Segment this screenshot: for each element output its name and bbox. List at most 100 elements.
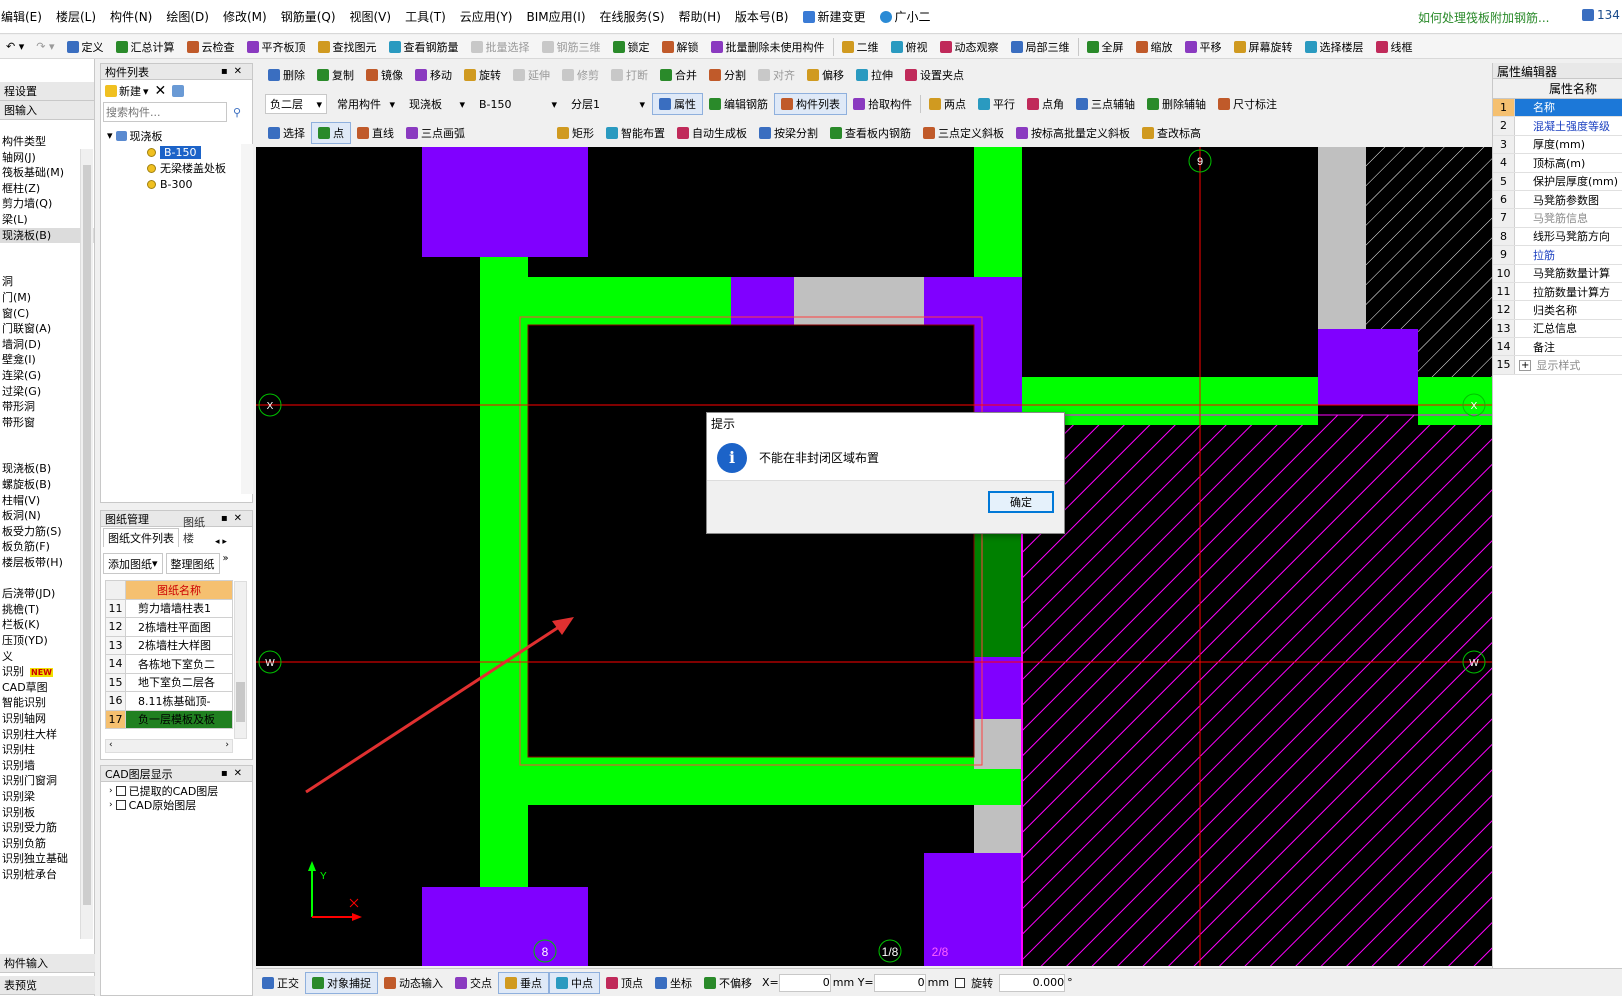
table-row[interactable]: 16 8.11栋基础顶- (105, 691, 233, 711)
property-row[interactable]: 1 名称 (1493, 99, 1622, 118)
toolbar1-button-6[interactable]: 批量选择 (465, 36, 536, 58)
organize-drawing-button[interactable]: 整理图纸 (165, 553, 220, 574)
component-search-input[interactable] (103, 102, 227, 122)
menu-help[interactable]: 帮助(H) (672, 8, 728, 25)
property-row[interactable]: 8 线形马凳筋方向 (1493, 227, 1622, 247)
redo-button[interactable]: ↷ ▾ (30, 36, 60, 58)
search-icon[interactable]: ⚲ (233, 106, 241, 119)
common-component-select[interactable]: 常用构件 ▾ (333, 94, 399, 114)
toolbar1-button-17[interactable]: 平移 (1179, 36, 1228, 58)
property-row[interactable]: 14 备注 (1493, 338, 1622, 357)
toolbar1-button-10[interactable]: 批量删除未使用构件 (705, 36, 831, 58)
menu-bim[interactable]: BIM应用(I) (519, 8, 592, 25)
toolbar2-button-7[interactable]: 打断 (605, 64, 654, 86)
new-component-button[interactable]: 新建 ▾ (105, 83, 149, 99)
toolbar1-button-0[interactable]: 定义 (61, 36, 110, 58)
floor-select[interactable]: 负二层 ▾ (265, 94, 327, 114)
drawing-table-vscroll[interactable] (234, 581, 247, 739)
rotate-input[interactable] (999, 973, 1066, 992)
tree-item[interactable]: 无梁楼盖处板 (107, 160, 252, 176)
menu-online[interactable]: 在线服务(S) (593, 8, 672, 25)
property-row[interactable]: 3 厚度(mm) (1493, 135, 1622, 155)
toolbar4-button-9[interactable]: 三点定义斜板 (917, 122, 1010, 144)
toolbar4-button-7[interactable]: 按梁分割 (753, 122, 824, 144)
property-row[interactable]: 11 拉筋数量计算方 (1493, 282, 1622, 302)
drawing-name[interactable]: 各栋地下室负二 (125, 654, 233, 674)
toolbar2-button-10[interactable]: 对齐 (752, 64, 801, 86)
property-row[interactable]: 7 马凳筋信息 (1493, 209, 1622, 228)
menu-tools[interactable]: 工具(T) (398, 8, 453, 25)
toolbar2-button-8[interactable]: 合并 (654, 64, 703, 86)
nav-bottom-component-input[interactable]: 构件输入 (0, 954, 95, 973)
toolbar1-button-12[interactable]: 俯视 (885, 36, 934, 58)
toolbar1-button-15[interactable]: 全屏 (1081, 36, 1130, 58)
menu-component[interactable]: 构件(N) (103, 8, 159, 25)
tab-scroll-arrows[interactable]: ◂ ▸ (215, 537, 227, 547)
category-select[interactable]: 现浇板 ▾ (405, 94, 469, 114)
property-row[interactable]: 2 混凝土强度等级 (1493, 117, 1622, 136)
status-button-8[interactable]: 不偏移 (698, 972, 758, 994)
menu-draw[interactable]: 绘图(D) (159, 8, 216, 25)
panel-controls[interactable]: ▪✕ (221, 66, 252, 77)
menu-edit[interactable]: 编辑(E) (0, 8, 49, 25)
toolbar4-button-4[interactable]: 矩形 (551, 122, 600, 144)
drawing-table-hscroll[interactable]: ‹ › (105, 739, 233, 753)
toolbar2-button-1[interactable]: 复制 (311, 64, 360, 86)
layer-select[interactable]: 分层1 ▾ (567, 94, 649, 114)
drawing-name[interactable]: 2栋墙柱平面图 (125, 617, 233, 637)
toolbar2-button-0[interactable]: 删除 (262, 64, 311, 86)
property-row[interactable]: 4 顶标高(m) (1493, 154, 1622, 173)
toolbar4-button-8[interactable]: 查看板内钢筋 (824, 122, 917, 144)
tab-drawing-files[interactable]: 图纸文件列表 (103, 528, 179, 547)
property-row[interactable]: 6 马凳筋参数图 (1493, 190, 1622, 210)
toolbar2-button-11[interactable]: 偏移 (801, 64, 850, 86)
table-row[interactable]: 17 负一层模板及板 (105, 709, 233, 729)
toolbar2-button-6[interactable]: 修剪 (556, 64, 605, 86)
toolbar1-button-4[interactable]: 查找图元 (312, 36, 383, 58)
layer-checkbox[interactable] (115, 786, 126, 796)
toolbar3-button-7[interactable]: 三点辅轴 (1070, 93, 1141, 115)
property-row[interactable]: 13 汇总信息 (1493, 319, 1622, 339)
undo-button[interactable]: ↶ ▾ (0, 36, 30, 58)
drawing-name-header[interactable]: 图纸名称 (125, 580, 233, 600)
rotate-checkbox[interactable] (955, 977, 966, 988)
property-row[interactable]: 12 归类名称 (1493, 301, 1622, 320)
menu-cloud[interactable]: 云应用(Y) (453, 8, 520, 25)
toolbar2-button-5[interactable]: 延伸 (507, 64, 556, 86)
status-button-3[interactable]: 交点 (449, 972, 498, 994)
status-button-7[interactable]: 坐标 (649, 972, 698, 994)
user-badge[interactable]: 134 (1582, 8, 1620, 22)
cad-layer-item[interactable]: › CAD原始图层 (109, 798, 252, 812)
toolbar1-button-14[interactable]: 局部三维 (1005, 36, 1076, 58)
expand-icon[interactable]: › (109, 800, 113, 810)
tree-item[interactable]: B-150 (107, 144, 252, 160)
menu-version[interactable]: 版本号(B) (728, 8, 796, 25)
toolbar1-button-3[interactable]: 平齐板顶 (241, 36, 312, 58)
toolbar1-button-7[interactable]: 钢筋三维 (536, 36, 607, 58)
status-button-2[interactable]: 动态输入 (378, 972, 449, 994)
nav-item[interactable]: 构件类型 (0, 134, 94, 150)
toolbar1-button-8[interactable]: 锁定 (607, 36, 656, 58)
toolbar1-button-9[interactable]: 解锁 (656, 36, 705, 58)
status-button-6[interactable]: 顶点 (600, 972, 649, 994)
toolbar2-button-9[interactable]: 分割 (703, 64, 752, 86)
nav-header-input[interactable]: 图输入 (0, 101, 94, 120)
status-button-0[interactable]: 正交 (256, 972, 305, 994)
y-input[interactable] (873, 973, 926, 992)
toolbar4-button-1[interactable]: 点 (311, 122, 351, 144)
property-row[interactable]: 5 保护层厚度(mm) (1493, 172, 1622, 191)
property-row[interactable]: 15 + 显示样式 (1493, 356, 1622, 375)
menu-rebar[interactable]: 钢筋量(Q) (274, 8, 343, 25)
component-list-scrollbar[interactable] (241, 144, 253, 494)
toolbar3-button-3[interactable]: 拾取构件 (847, 93, 918, 115)
cad-layer-item[interactable]: › 已提取的CAD图层 (109, 784, 252, 798)
toolbar4-button-6[interactable]: 自动生成板 (671, 122, 753, 144)
status-button-1[interactable]: 对象捕捉 (305, 971, 378, 994)
panel-controls[interactable]: ▪✕ (221, 513, 252, 524)
layer-checkbox[interactable] (115, 800, 126, 810)
new-change-button[interactable]: 新建变更 (796, 8, 873, 25)
status-button-5[interactable]: 中点 (549, 971, 600, 994)
toolbar1-button-1[interactable]: 汇总计算 (110, 36, 181, 58)
expand-plus-icon[interactable]: + (1519, 359, 1532, 371)
toolbar1-button-5[interactable]: 查看钢筋量 (383, 36, 465, 58)
